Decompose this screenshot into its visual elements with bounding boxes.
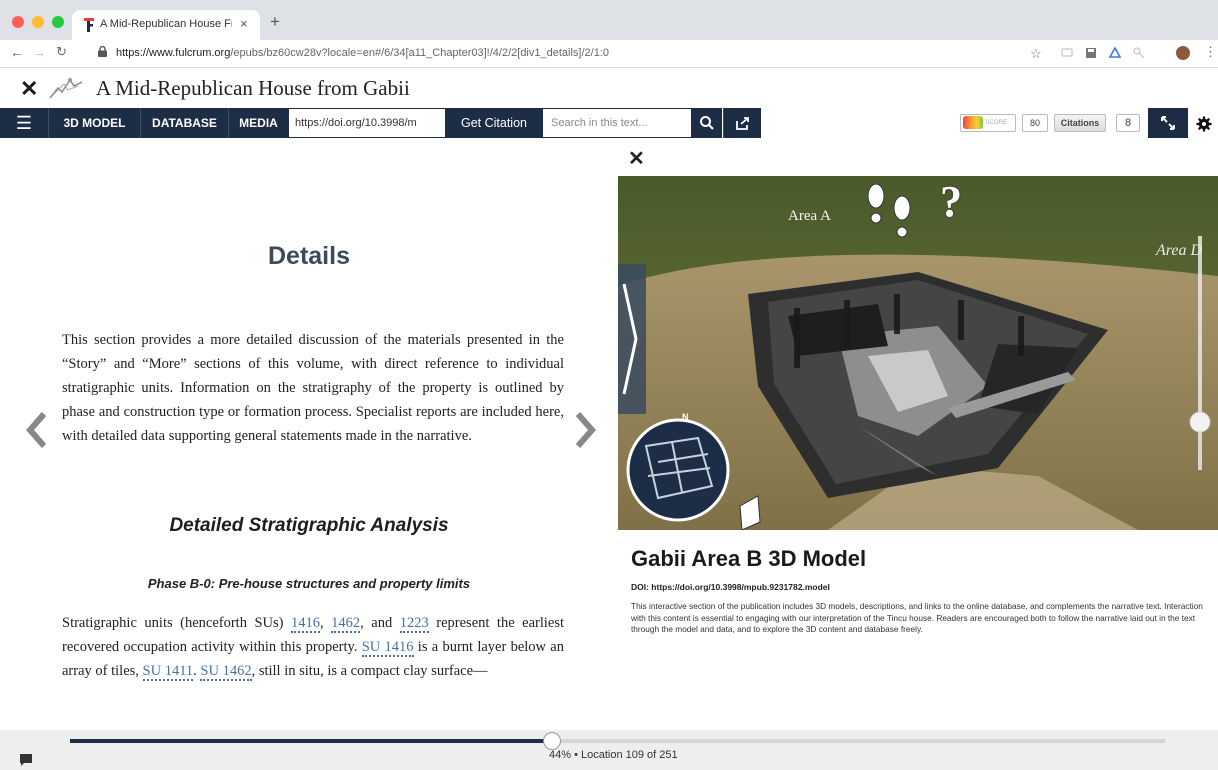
su-link-1416[interactable]: 1416 xyxy=(291,615,320,633)
get-citation-button[interactable]: Get Citation xyxy=(446,108,542,138)
para-text: Stratigraphic units (henceforth SUs) xyxy=(62,615,291,631)
close-reader-icon[interactable]: ✕ xyxy=(20,76,38,102)
window-close-button[interactable] xyxy=(12,16,24,28)
next-page-arrow-icon[interactable] xyxy=(574,410,596,450)
collapse-panel-tab[interactable] xyxy=(618,264,646,414)
citations-count: 8 xyxy=(1116,114,1140,132)
altmetric-badge[interactable]: SCORE xyxy=(960,114,1016,132)
su-link-1223[interactable]: 1223 xyxy=(399,615,429,633)
url-field[interactable]: https://www.fulcrum.org/epubs/bz60cw28v?… xyxy=(116,47,609,59)
su-link-su-1416[interactable]: SU 1416 xyxy=(361,639,414,657)
doi-field[interactable] xyxy=(288,108,446,138)
citations-badge[interactable]: Citations xyxy=(1054,114,1106,132)
area-a-label[interactable]: Area A xyxy=(788,208,831,225)
url-host: https://www.fulcrum.org xyxy=(116,47,231,59)
database-button[interactable]: DATABASE xyxy=(140,108,228,138)
su-link-su-1411[interactable]: SU 1411 xyxy=(142,663,194,681)
expand-icon xyxy=(1161,116,1175,130)
altmetric-donut-icon xyxy=(963,116,983,129)
profile-avatar[interactable] xyxy=(1176,46,1190,60)
window-minimize-button[interactable] xyxy=(32,16,44,28)
app-header: ✕ A Mid-Republican House from Gabii xyxy=(0,68,1218,108)
share-button[interactable] xyxy=(723,108,761,138)
para-text: , still in situ, is a compact clay surfa… xyxy=(251,663,488,679)
reader-pane: Details This section provides a more det… xyxy=(0,138,618,730)
back-arrow-icon[interactable]: ← xyxy=(10,44,24,60)
tab-title: A Mid-Republican House From xyxy=(100,18,232,30)
browser-tab-bar: A Mid-Republican House From × + xyxy=(0,0,1218,40)
intro-paragraph: This section provides a more detailed di… xyxy=(62,332,564,444)
stratigraphy-paragraph: Stratigraphic units (henceforth SUs) 141… xyxy=(62,611,564,683)
tab-close-icon[interactable]: × xyxy=(240,16,248,31)
section-heading: Detailed Stratigraphic Analysis xyxy=(169,515,449,536)
window-maximize-button[interactable] xyxy=(52,16,64,28)
fullscreen-button[interactable] xyxy=(1148,108,1188,138)
altmetric-score: 80 xyxy=(1022,114,1048,132)
altmetric-score-label: SCORE xyxy=(985,120,1007,126)
help-question-icon[interactable]: ? xyxy=(940,176,962,227)
progress-thumb[interactable] xyxy=(542,732,561,750)
search-input[interactable] xyxy=(542,108,692,138)
gabii-logo-icon xyxy=(49,78,83,99)
search-button[interactable] xyxy=(692,108,722,138)
para-text: , and xyxy=(360,615,400,631)
share-icon xyxy=(735,117,749,130)
settings-gear-icon[interactable] xyxy=(1196,116,1212,132)
forward-arrow-icon[interactable]: → xyxy=(32,44,46,60)
previous-page-arrow-icon[interactable] xyxy=(26,410,48,450)
subsection-heading: Phase B-0: Pre-house structures and prop… xyxy=(147,576,471,591)
minimap[interactable] xyxy=(628,420,728,520)
model-doi: DOI: https://doi.org/10.3998/mpub.923178… xyxy=(631,582,830,592)
url-path: /epubs/bz60cw28v?locale=en#/6/34[a11_Cha… xyxy=(230,47,609,59)
3d-model-viewer[interactable]: Area A Area D ? N xyxy=(618,176,1218,530)
zoom-slider[interactable] xyxy=(1188,236,1212,470)
browser-menu-icon[interactable]: ⋮ xyxy=(1204,44,1217,60)
progress-track[interactable] xyxy=(70,732,1165,750)
extension-drive-icon[interactable] xyxy=(1108,46,1122,60)
fulcrum-favicon-icon xyxy=(84,18,94,32)
reading-progress-bar: 44% • Location 109 of 251 xyxy=(0,730,1218,770)
model-title: Gabii Area B 3D Model xyxy=(631,546,867,571)
para-text: , xyxy=(320,615,332,631)
bookmark-star-icon[interactable]: ☆ xyxy=(1030,46,1044,61)
su-link-su-1462[interactable]: SU 1462 xyxy=(200,663,252,681)
lock-icon xyxy=(98,46,107,57)
progress-label: 44% • Location 109 of 251 xyxy=(549,749,678,761)
reader-toolbar: ☰ 3D MODEL DATABASE MEDIA Get Citation S… xyxy=(0,108,1218,138)
3d-model-button[interactable]: 3D MODEL xyxy=(48,108,140,138)
toc-menu-button[interactable]: ☰ xyxy=(0,108,48,138)
new-tab-button[interactable]: + xyxy=(270,12,280,32)
search-icon xyxy=(700,116,714,130)
close-panel-icon[interactable]: ✕ xyxy=(628,146,645,171)
extension-key-icon[interactable] xyxy=(1132,46,1146,60)
extension-chat-icon[interactable] xyxy=(1060,46,1074,60)
walk-mode-footprints-icon[interactable] xyxy=(864,182,912,238)
notes-icon[interactable] xyxy=(20,754,32,766)
extension-save-icon[interactable] xyxy=(1084,46,1098,60)
progress-fill xyxy=(70,739,552,743)
reload-icon[interactable]: ↻ xyxy=(56,44,67,60)
app-title: A Mid-Republican House from Gabii xyxy=(96,76,410,100)
su-link-1462[interactable]: 1462 xyxy=(331,615,361,633)
media-button[interactable]: MEDIA xyxy=(228,108,288,138)
browser-address-bar: ← → ↻ https://www.fulcrum.org/epubs/bz60… xyxy=(0,40,1218,68)
map-book-icon[interactable] xyxy=(738,494,762,530)
model-description: This interactive section of the publicat… xyxy=(631,601,1203,635)
browser-tab-active[interactable]: A Mid-Republican House From × xyxy=(72,10,260,40)
page-title: Details xyxy=(268,242,350,270)
